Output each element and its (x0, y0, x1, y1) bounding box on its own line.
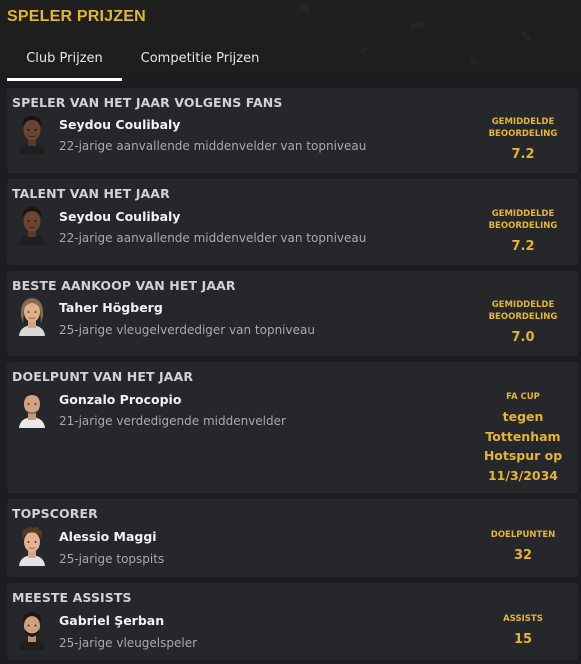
stat-label: ASSISTS (503, 614, 543, 624)
stat-value: 7.2 (511, 239, 535, 254)
player-name[interactable]: Seydou Coulibaly (59, 209, 180, 224)
award-title: MEESTE ASSISTS (12, 590, 132, 605)
player-description: 22-jarige aanvallende middenvelder van t… (59, 139, 367, 153)
player-name[interactable]: Gabriel Şerban (59, 613, 164, 628)
player-description: 25-jarige vleugelverdediger van topnivea… (59, 323, 315, 337)
player-name[interactable]: Alessio Maggi (59, 529, 157, 544)
player-avatar-icon[interactable] (16, 203, 48, 245)
award-stat: GEMIDDELDE BEOORDELING 7.2 (468, 116, 578, 162)
award-card-best-signing: BESTE AANKOOP VAN HET JAAR Taher Högberg… (7, 271, 578, 356)
page-title: SPELER PRIJZEN (7, 8, 146, 25)
award-card-talent: TALENT VAN HET JAAR Seydou Coulibaly 22-… (7, 179, 578, 265)
tab-club-prijzen[interactable]: Club Prijzen (7, 40, 122, 82)
award-stat: GEMIDDELDE BEOORDELING 7.0 (468, 299, 578, 345)
player-name[interactable]: Seydou Coulibaly (59, 117, 180, 132)
stat-value: 32 (513, 548, 533, 563)
stat-label: GEMIDDELDE BEOORDELING (488, 300, 558, 322)
award-title: SPELER VAN HET JAAR VOLGENS FANS (12, 95, 283, 110)
player-avatar-icon[interactable] (16, 386, 48, 428)
award-title: DOELPUNT VAN HET JAAR (12, 369, 194, 384)
player-description: 22-jarige aanvallende middenvelder van t… (59, 231, 367, 245)
award-title: BESTE AANKOOP VAN HET JAAR (12, 278, 236, 293)
stat-value: 15 (513, 632, 533, 647)
stat-value: tegen Tottenham Hotspur op 11/3/2034 (483, 409, 563, 483)
stat-label: DOELPUNTEN (490, 530, 556, 540)
player-description: 25-jarige topspits (59, 552, 165, 566)
tab-competitie-prijzen[interactable]: Competitie Prijzen (130, 40, 270, 82)
player-name[interactable]: Gonzalo Procopio (59, 392, 181, 407)
award-stat: FA CUP tegen Tottenham Hotspur op 11/3/2… (468, 391, 578, 485)
player-name[interactable]: Taher Högberg (59, 300, 163, 315)
tab-bar: Club Prijzen Competitie Prijzen (0, 40, 581, 82)
stat-label: GEMIDDELDE BEOORDELING (488, 117, 558, 139)
player-avatar-icon[interactable] (16, 112, 48, 154)
award-card-top-scorer: TOPSCORER Alessio Maggi 25-jarige topspi… (7, 499, 578, 577)
award-card-goal-of-year: DOELPUNT VAN HET JAAR Gonzalo Procopio 2… (7, 362, 578, 493)
award-card-fans-player: SPELER VAN HET JAAR VOLGENS FANS Seydou … (7, 88, 578, 173)
stat-value: 7.2 (511, 147, 535, 162)
award-card-most-assists: MEESTE ASSISTS Gabriel Şerban 25-jarige … (7, 583, 578, 660)
stat-value: 7.0 (511, 330, 535, 345)
award-stat: GEMIDDELDE BEOORDELING 7.2 (468, 208, 578, 254)
player-avatar-icon[interactable] (16, 294, 48, 336)
player-description: 21-jarige verdedigende middenvelder (59, 414, 286, 428)
stat-label: FA CUP (506, 392, 540, 402)
stat-label: GEMIDDELDE BEOORDELING (488, 209, 558, 231)
award-title: TOPSCORER (12, 506, 98, 521)
award-stat: ASSISTS 15 (468, 613, 578, 647)
award-stat: DOELPUNTEN 32 (468, 529, 578, 563)
award-title: TALENT VAN HET JAAR (12, 186, 170, 201)
player-avatar-icon[interactable] (16, 524, 48, 566)
player-description: 25-jarige vleugelspeler (59, 636, 198, 650)
player-avatar-icon[interactable] (16, 608, 48, 650)
